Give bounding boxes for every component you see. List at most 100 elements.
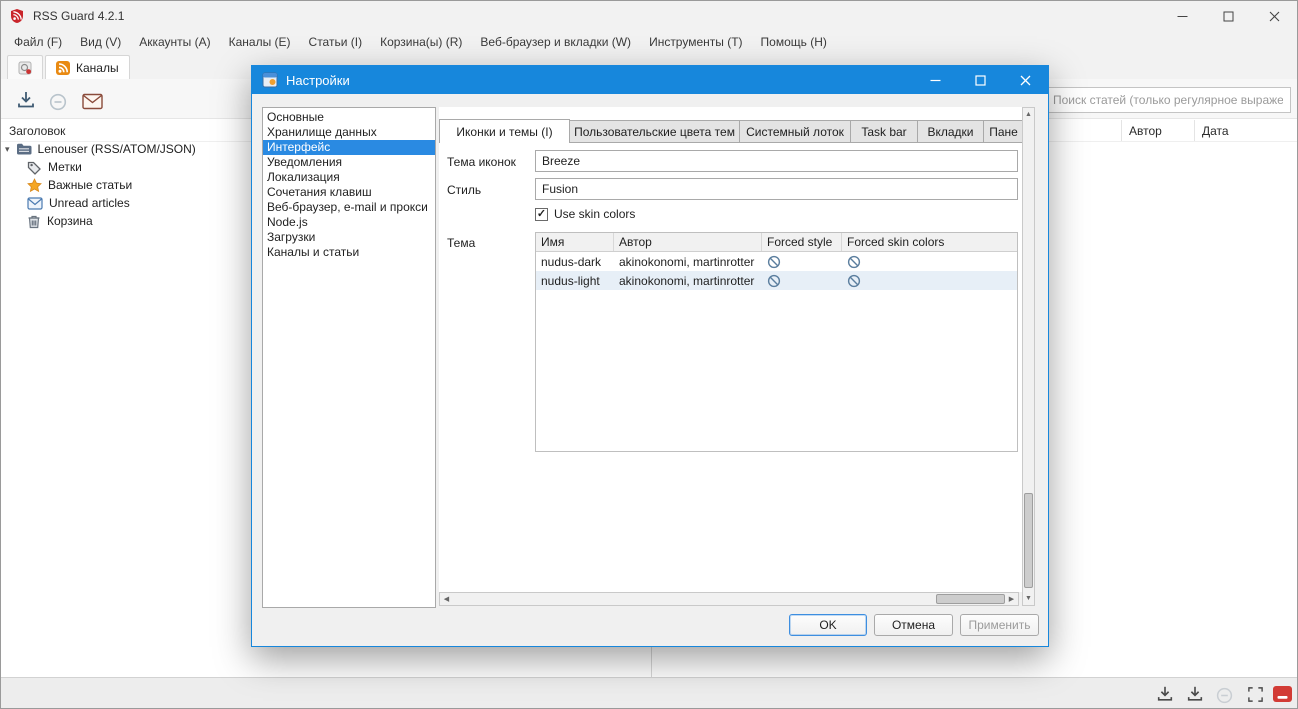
column-header-date[interactable]: Дата <box>1194 120 1291 141</box>
menu-tools[interactable]: Инструменты (T) <box>640 32 751 52</box>
hide-panel-button[interactable] <box>1269 683 1295 705</box>
scroll-right-icon[interactable]: ▶ <box>1005 593 1018 605</box>
tree-item-account[interactable]: ▾ Lenouser (RSS/ATOM/JSON) <box>5 140 196 158</box>
col-name[interactable]: Имя <box>536 233 614 251</box>
expand-caret-icon[interactable]: ▾ <box>5 144 10 154</box>
download-messages-button[interactable] <box>13 87 39 113</box>
col-forced-skin-colors[interactable]: Forced skin colors <box>842 233 1017 251</box>
category-browser-mail-proxy[interactable]: Веб-браузер, e-mail и прокси <box>263 200 435 215</box>
column-header-author[interactable]: Автор <box>1121 120 1194 141</box>
dialog-title: Настройки <box>286 72 350 88</box>
menu-accounts[interactable]: Аккаунты (A) <box>130 32 219 52</box>
horizontal-scrollbar[interactable]: ◀ ▶ <box>439 592 1019 606</box>
theme-row-nudus-light[interactable]: nudus-light akinokonomi, martinrotter <box>536 271 1017 290</box>
bottom-download-all-button[interactable] <box>1183 683 1207 705</box>
category-general[interactable]: Основные <box>263 110 435 125</box>
minimize-button[interactable] <box>1159 1 1205 31</box>
scroll-down-icon[interactable]: ▼ <box>1023 592 1034 605</box>
category-downloads[interactable]: Загрузки <box>263 230 435 245</box>
theme-author: akinokonomi, martinrotter <box>619 273 755 288</box>
tree-item-label: Lenouser (RSS/ATOM/JSON) <box>37 142 196 156</box>
tree-item-recycle-bin[interactable]: Корзина <box>27 212 93 230</box>
mark-read-button[interactable] <box>47 91 69 113</box>
tab-icons-themes[interactable]: Иконки и темы (I) <box>439 119 570 143</box>
circle-slash-icon <box>767 274 781 287</box>
tab-task-bar[interactable]: Task bar <box>850 120 918 143</box>
dialog-maximize-button[interactable] <box>958 66 1003 94</box>
recycle-bin-icon <box>28 215 40 228</box>
menu-web-browser-tabs[interactable]: Веб-браузер и вкладки (W) <box>471 32 640 52</box>
tree-item-label: Корзина <box>47 214 93 228</box>
settings-category-list: Основные Хранилище данных Интерфейс Увед… <box>262 107 436 608</box>
ok-button[interactable]: OK <box>789 614 867 636</box>
category-feeds-articles[interactable]: Каналы и статьи <box>263 245 435 260</box>
feed-list-header[interactable]: Заголовок <box>9 120 65 141</box>
maximize-button[interactable] <box>1205 1 1251 31</box>
theme-row-nudus-dark[interactable]: nudus-dark akinokonomi, martinrotter <box>536 252 1017 271</box>
menu-file[interactable]: Файл (F) <box>5 32 71 52</box>
menu-articles[interactable]: Статьи (I) <box>300 32 372 52</box>
dialog-window-controls <box>913 66 1048 94</box>
style-label: Стиль <box>447 183 482 197</box>
vertical-scrollbar[interactable]: ▲ ▼ <box>1022 107 1035 606</box>
category-shortcuts[interactable]: Сочетания клавиш <box>263 185 435 200</box>
icon-theme-combobox[interactable]: Breeze <box>535 150 1018 172</box>
use-skin-colors-row[interactable]: ✓ Use skin colors <box>535 207 635 221</box>
apply-button[interactable]: Применить <box>960 614 1039 636</box>
bottom-download-button[interactable] <box>1153 683 1177 705</box>
category-localization[interactable]: Локализация <box>263 170 435 185</box>
panel-splitter[interactable] <box>651 647 652 677</box>
mark-read-icon <box>49 93 67 111</box>
tab-tabs[interactable]: Вкладки <box>917 120 984 143</box>
search-input[interactable] <box>1045 87 1291 113</box>
dialog-minimize-button[interactable] <box>913 66 958 94</box>
tab-system-tray[interactable]: Системный лоток <box>739 120 851 143</box>
bottom-toolbar <box>1 677 1297 708</box>
menu-help[interactable]: Помощь (H) <box>752 32 836 52</box>
scroll-left-icon[interactable]: ◀ <box>440 593 453 605</box>
category-notifications[interactable]: Уведомления <box>263 155 435 170</box>
use-skin-colors-checkbox[interactable]: ✓ <box>535 207 548 221</box>
column-header-date-label: Дата <box>1202 123 1229 138</box>
message-button[interactable] <box>79 89 105 113</box>
dialog-titlebar[interactable]: Настройки <box>252 66 1048 94</box>
theme-author: akinokonomi, martinrotter <box>619 254 755 269</box>
app-window: RSS Guard 4.2.1 Файл (F) Вид (V) Аккаунт… <box>0 0 1298 709</box>
tab-toolbar[interactable]: Пане <box>983 120 1022 143</box>
account-icon <box>16 143 32 155</box>
theme-table: Имя Автор Forced style Forced skin color… <box>535 232 1018 452</box>
labels-icon <box>27 161 41 175</box>
cancel-button[interactable]: Отмена <box>874 614 953 636</box>
menu-view[interactable]: Вид (V) <box>71 32 130 52</box>
forced-style-cell <box>762 252 842 271</box>
style-combobox[interactable]: Fusion <box>535 178 1018 200</box>
menu-feeds[interactable]: Каналы (E) <box>220 32 300 52</box>
feed-list-header-label: Заголовок <box>9 123 66 138</box>
col-forced-style[interactable]: Forced style <box>762 233 842 251</box>
col-author[interactable]: Автор <box>614 233 762 251</box>
category-data-storage[interactable]: Хранилище данных <box>263 125 435 140</box>
forced-skin-colors-cell <box>842 271 1017 290</box>
tree-item-important[interactable]: Важные статьи <box>27 176 132 194</box>
dialog-close-button[interactable] <box>1003 66 1048 94</box>
tree-item-unread[interactable]: Unread articles <box>27 194 130 212</box>
app-icon <box>9 8 25 24</box>
tree-item-labels[interactable]: Метки <box>27 158 82 176</box>
bottom-mark-read-button[interactable] <box>1213 685 1235 705</box>
horizontal-scroll-thumb[interactable] <box>936 594 1005 604</box>
feed-discovery-tab[interactable] <box>7 55 43 79</box>
icon-theme-label: Тема иконок <box>447 155 516 169</box>
hide-panel-icon <box>1272 686 1292 702</box>
close-button[interactable] <box>1251 1 1297 31</box>
vertical-scroll-thumb[interactable] <box>1024 493 1033 588</box>
feeds-tab-icon <box>56 60 70 75</box>
feeds-tab[interactable]: Каналы <box>45 55 130 79</box>
category-nodejs[interactable]: Node.js <box>263 215 435 230</box>
tab-custom-skin-colors[interactable]: Пользовательские цвета тем <box>569 120 740 143</box>
category-interface[interactable]: Интерфейс <box>263 140 435 155</box>
fullscreen-button[interactable] <box>1243 683 1267 705</box>
feeds-tab-label: Каналы <box>76 60 119 75</box>
scroll-up-icon[interactable]: ▲ <box>1023 108 1034 121</box>
forced-skin-colors-cell <box>842 252 1017 271</box>
menu-recycle-bins[interactable]: Корзина(ы) (R) <box>371 32 471 52</box>
